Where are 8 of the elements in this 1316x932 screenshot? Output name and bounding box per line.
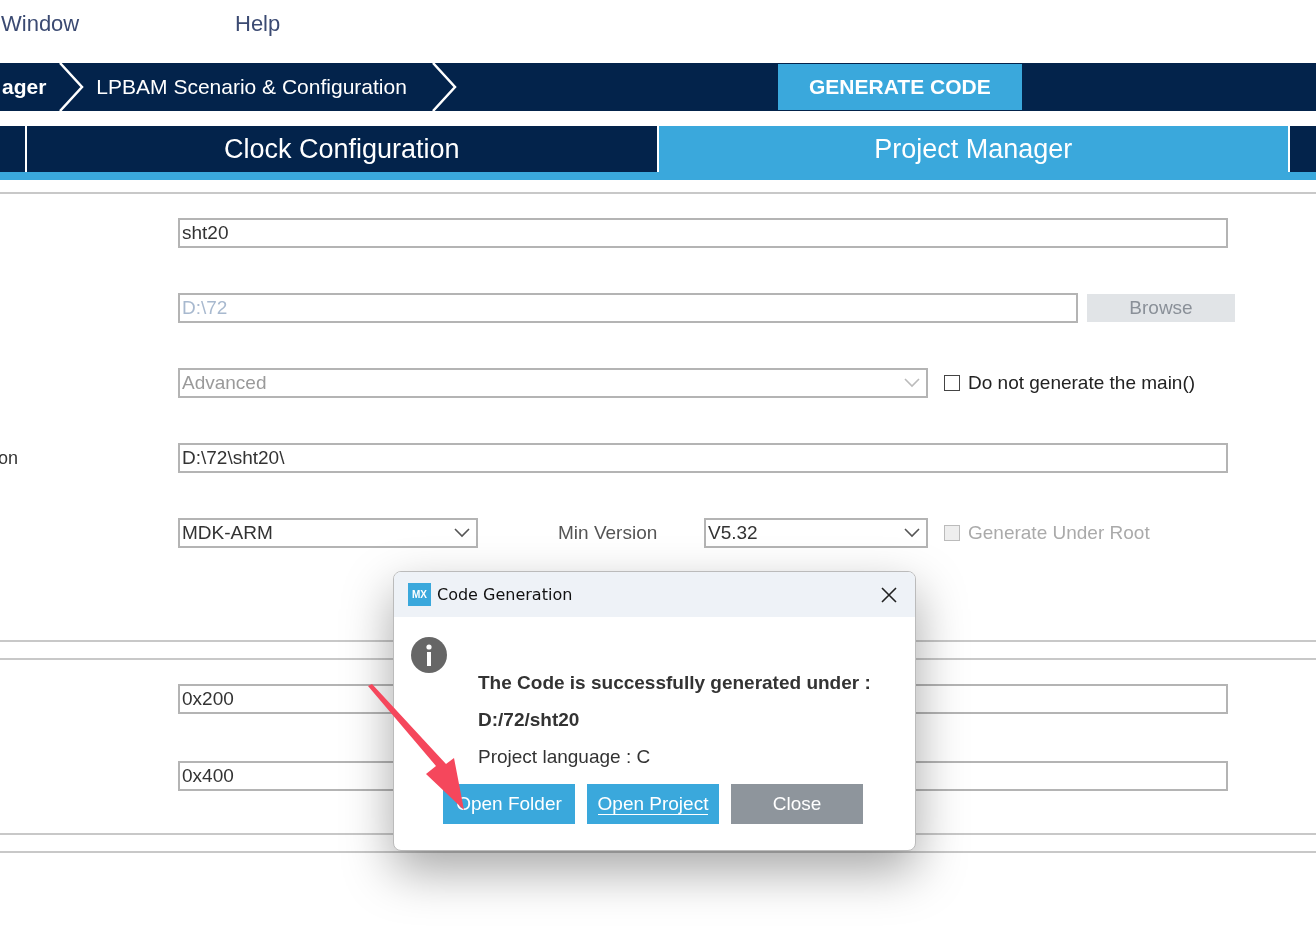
app-logo-icon: MX: [408, 583, 431, 606]
checkbox-label: Generate Under Root: [968, 522, 1150, 544]
dialog-title: Code Generation: [437, 585, 573, 604]
dialog-message: The Code is successfully generated under :: [478, 671, 872, 694]
output-path: D:/72/sht20: [478, 708, 581, 731]
field-label: Min Version: [558, 522, 659, 544]
checkbox-label: Do not generate the main(): [968, 372, 1196, 394]
project-language: Project language : C: [478, 745, 652, 768]
